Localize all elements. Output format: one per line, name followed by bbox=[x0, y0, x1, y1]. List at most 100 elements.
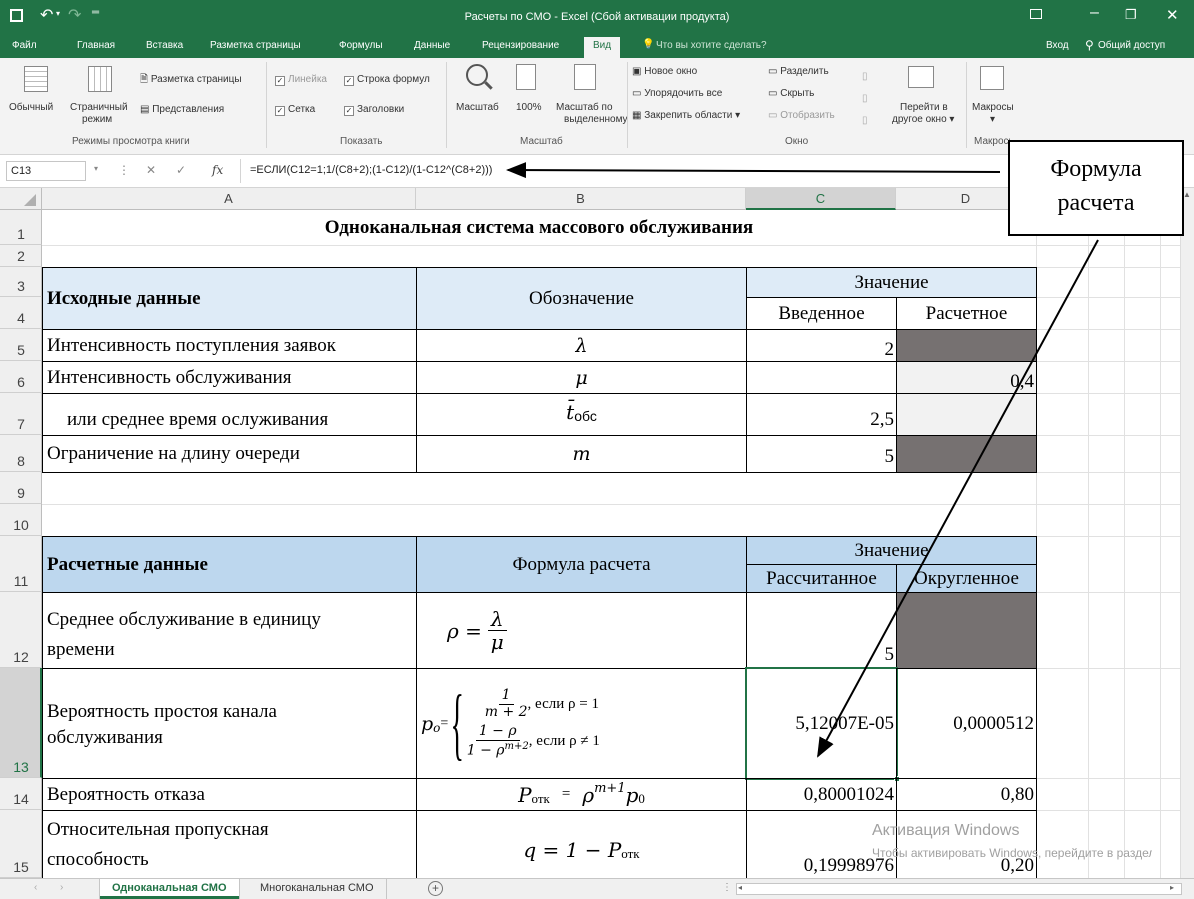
service-time-label[interactable]: или среднее время ослуживания bbox=[42, 393, 417, 436]
queue-limit-label[interactable]: Ограничение на длину очереди bbox=[42, 435, 417, 473]
freeze-panes-button[interactable]: ▦ Закрепить области ▾ bbox=[632, 110, 740, 122]
row-header[interactable]: 15 bbox=[0, 810, 42, 878]
tell-me-input[interactable]: Что вы хотите сделать? bbox=[656, 40, 767, 51]
zoom-selection-button[interactable]: Масштаб по bbox=[556, 102, 613, 114]
load-value[interactable]: 5 bbox=[746, 592, 897, 669]
throughput-label[interactable]: Относительная пропускная способность bbox=[42, 810, 417, 878]
formula-header[interactable]: Формула расчета bbox=[416, 536, 747, 593]
macros-dropdown-icon[interactable]: ▾ bbox=[990, 114, 995, 126]
throughput-value[interactable]: 0,19998976 bbox=[746, 810, 897, 878]
throughput-formula[interactable]: q = 1 − Pотк bbox=[416, 810, 747, 878]
enter-icon[interactable]: ✓ bbox=[176, 163, 186, 177]
close-icon[interactable]: ✕ bbox=[1166, 6, 1179, 24]
row-header[interactable]: 14 bbox=[0, 778, 42, 810]
tab-page-layout[interactable]: Разметка страницы bbox=[210, 40, 301, 51]
tab-home[interactable]: Главная bbox=[77, 40, 115, 51]
tab-file[interactable]: Файл bbox=[12, 40, 37, 51]
load-formula[interactable]: ρ = λ μ bbox=[416, 592, 747, 669]
sign-in-link[interactable]: Вход bbox=[1046, 40, 1069, 51]
zoom-button[interactable]: Масштаб bbox=[456, 102, 499, 114]
column-header-a[interactable]: A bbox=[42, 188, 416, 210]
idle-prob-rounded[interactable]: 0,0000512 bbox=[896, 668, 1037, 779]
zoom-100-icon[interactable] bbox=[516, 64, 536, 90]
zoom-selection-icon[interactable] bbox=[574, 64, 596, 90]
reject-prob-formula[interactable]: Pотк = ρ m+1 p 0 bbox=[416, 778, 747, 811]
hscroll-right-icon[interactable]: ▸ bbox=[1170, 883, 1174, 892]
sheet-tab-single-channel[interactable]: Одноканальная СМО bbox=[100, 879, 239, 899]
entered-header[interactable]: Введенное bbox=[746, 297, 897, 330]
row-header[interactable]: 12 bbox=[0, 592, 42, 668]
calc-data-header[interactable]: Расчетные данные bbox=[42, 536, 417, 593]
arrival-rate-label[interactable]: Интенсивность поступления заявок bbox=[42, 329, 417, 362]
custom-views-button[interactable]: ▤ Представления bbox=[140, 104, 224, 116]
row-header[interactable]: 1 bbox=[0, 210, 42, 245]
macros-icon[interactable] bbox=[980, 66, 1004, 90]
macros-button[interactable]: Макросы bbox=[972, 102, 1014, 114]
add-sheet-icon[interactable]: + bbox=[428, 881, 443, 896]
page-layout-button[interactable]: 🗎 Разметка страницы bbox=[140, 74, 242, 86]
idle-prob-formula[interactable]: p o = { 1m + 2, если ρ = 1 1 − ρ1 − ρm+2, … bbox=[416, 668, 747, 779]
service-rate-calc[interactable]: 0,4 bbox=[896, 361, 1037, 394]
service-rate-entered[interactable] bbox=[746, 361, 897, 394]
service-time-symbol[interactable]: t̄ обс bbox=[416, 393, 747, 436]
row-header[interactable]: 9 bbox=[0, 472, 42, 504]
service-rate-label[interactable]: Интенсивность обслуживания bbox=[42, 361, 417, 394]
service-time-value[interactable]: 2,5 bbox=[746, 393, 897, 436]
row-header[interactable]: 6 bbox=[0, 361, 42, 393]
tab-formulas[interactable]: Формулы bbox=[339, 40, 383, 51]
arrange-all-button[interactable]: ▭ Упорядочить все bbox=[632, 88, 722, 100]
insert-function-icon[interactable]: fx bbox=[212, 163, 223, 177]
scroll-right-icon[interactable]: › bbox=[60, 882, 63, 893]
arrival-rate-calc[interactable] bbox=[896, 329, 1037, 362]
row-header[interactable]: 11 bbox=[0, 536, 42, 592]
page-break-icon[interactable] bbox=[88, 66, 112, 92]
row-header[interactable]: 3 bbox=[0, 267, 42, 297]
name-box[interactable]: C13 bbox=[6, 161, 86, 181]
scroll-up-icon[interactable]: ▲ bbox=[1183, 190, 1191, 199]
share-button[interactable]: Общий доступ bbox=[1098, 40, 1165, 51]
split-button[interactable]: ▭ Разделить bbox=[768, 66, 829, 78]
notation-header[interactable]: Обозначение bbox=[416, 267, 747, 330]
idle-prob-label[interactable]: Вероятность простоя канала обслуживания bbox=[42, 668, 417, 779]
switch-windows-icon[interactable] bbox=[908, 66, 934, 88]
tab-view[interactable]: Вид bbox=[584, 37, 621, 58]
reject-prob-label[interactable]: Вероятность отказа bbox=[42, 778, 417, 811]
ribbon-display-icon[interactable] bbox=[1030, 9, 1042, 19]
tab-data[interactable]: Данные bbox=[414, 40, 450, 51]
new-window-button[interactable]: ▣ Новое окно bbox=[632, 66, 697, 78]
queue-limit-calc[interactable] bbox=[896, 435, 1037, 473]
reject-prob-rounded[interactable]: 0,80 bbox=[896, 778, 1037, 811]
tab-insert[interactable]: Вставка bbox=[146, 40, 183, 51]
row-header[interactable]: 7 bbox=[0, 393, 42, 435]
formula-input[interactable]: =ЕСЛИ(C12=1;1/(C8+2);(1-C12)/(1-C12^(C8+… bbox=[250, 164, 492, 176]
arrival-rate-value[interactable]: 2 bbox=[746, 329, 897, 362]
minimize-icon[interactable]: – bbox=[1090, 4, 1099, 22]
computed-header[interactable]: Рассчитанное bbox=[746, 564, 897, 593]
tab-split-handle-icon[interactable]: ⋮ bbox=[722, 882, 732, 893]
rounded-header[interactable]: Округленное bbox=[896, 564, 1037, 593]
hscroll-left-icon[interactable]: ◂ bbox=[738, 883, 742, 892]
row-header[interactable]: 8 bbox=[0, 435, 42, 472]
column-header-c[interactable]: C bbox=[746, 188, 896, 210]
tab-review[interactable]: Рецензирование bbox=[482, 40, 559, 51]
source-data-header[interactable]: Исходные данные bbox=[42, 267, 417, 330]
row-header[interactable]: 4 bbox=[0, 297, 42, 329]
row-header[interactable]: 2 bbox=[0, 245, 42, 267]
formula-bar-checkbox[interactable]: ✓ Строка формул bbox=[344, 74, 430, 86]
name-box-dropdown-icon[interactable]: ▾ bbox=[94, 164, 98, 173]
column-header-b[interactable]: B bbox=[416, 188, 746, 210]
page-break-button[interactable]: Страничный bbox=[70, 102, 128, 114]
scroll-left-icon[interactable]: ‹ bbox=[34, 882, 37, 893]
gridlines-checkbox[interactable]: ✓ Сетка bbox=[275, 104, 315, 116]
load-rounded[interactable] bbox=[896, 592, 1037, 669]
normal-view-button[interactable]: Обычный bbox=[9, 102, 53, 114]
arrival-rate-symbol[interactable]: λ bbox=[416, 329, 747, 362]
vertical-scrollbar[interactable] bbox=[1180, 188, 1194, 878]
ruler-checkbox[interactable]: ✓ Линейка bbox=[275, 74, 327, 86]
queue-limit-value[interactable]: 5 bbox=[746, 435, 897, 473]
zoom-100-button[interactable]: 100% bbox=[516, 102, 542, 114]
sheet-tab-multi-channel[interactable]: Многоканальная СМО bbox=[248, 879, 387, 899]
value-header[interactable]: Значение bbox=[746, 267, 1037, 298]
value-header-2[interactable]: Значение bbox=[746, 536, 1037, 565]
row-header[interactable]: 5 bbox=[0, 329, 42, 361]
